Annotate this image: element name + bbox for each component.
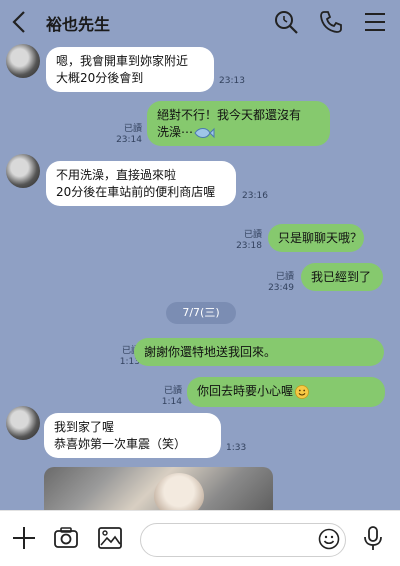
- chat-area[interactable]: 嗯，我會開車到妳家附近 大概20分後會到 23:13 已讀 23:14 絕對不行…: [0, 44, 400, 510]
- smile-emoji-icon: [295, 384, 309, 399]
- message-bubble-outgoing[interactable]: 只是聊聊天哦？: [268, 224, 364, 252]
- chat-title: 裕也先生: [46, 15, 111, 34]
- message-bubble-outgoing[interactable]: 謝謝你還特地送我回來。: [134, 338, 384, 366]
- read-status: 已讀: [243, 230, 262, 240]
- message-time: 23:18: [236, 241, 262, 251]
- phone-icon[interactable]: [318, 9, 344, 35]
- photo-message[interactable]: [44, 467, 273, 510]
- date-divider: 7/7(三): [166, 302, 236, 324]
- message-bubble-incoming[interactable]: 我到家了喔 恭喜妳第一次車震（笑）: [44, 413, 221, 458]
- message-time: 23:13: [219, 76, 245, 86]
- fish-emoji-icon: [194, 127, 215, 138]
- camera-icon[interactable]: [53, 525, 79, 551]
- message-line: 恭喜妳第一次車震（笑）: [54, 437, 187, 451]
- message-time: 23:14: [116, 135, 142, 145]
- image-icon[interactable]: [97, 525, 123, 551]
- message-line: 謝謝你還特地送我回來。: [144, 345, 277, 359]
- message-time: 23:49: [268, 283, 294, 293]
- message-line: 只是聊聊天哦？: [278, 231, 363, 245]
- read-status: 已讀: [123, 124, 142, 134]
- message-bubble-outgoing[interactable]: 你回去時要小心喔: [187, 377, 385, 407]
- plus-icon[interactable]: [11, 525, 37, 551]
- read-status: 已讀: [275, 272, 294, 282]
- avatar[interactable]: [6, 406, 40, 440]
- composer-bar: [0, 510, 400, 566]
- avatar[interactable]: [6, 44, 40, 78]
- menu-icon[interactable]: [362, 9, 388, 35]
- message-time: 1:33: [226, 443, 247, 453]
- message-bubble-outgoing[interactable]: 我已經到了: [301, 263, 383, 291]
- message-line: 我已經到了: [311, 270, 372, 284]
- message-time: 1:14: [161, 397, 182, 407]
- message-line: 絕對不行！我今天都還沒有: [157, 108, 302, 122]
- message-bubble-incoming[interactable]: 不用洗澡，直接過來啦 20分後在車站前的便利商店喔: [46, 161, 236, 206]
- message-line: 洗澡⋯: [157, 125, 194, 139]
- back-icon[interactable]: [8, 8, 32, 36]
- message-line: 大概20分後會到: [56, 71, 144, 85]
- photo-content: [154, 473, 204, 510]
- message-line: 嗯，我會開車到妳家附近: [56, 54, 189, 68]
- avatar[interactable]: [6, 154, 40, 188]
- message-line: 不用洗澡，直接過來啦: [56, 168, 177, 182]
- read-status: 已讀: [163, 386, 182, 396]
- message-line: 你回去時要小心喔: [197, 384, 294, 398]
- mic-icon[interactable]: [360, 525, 386, 551]
- emoji-icon[interactable]: [318, 528, 340, 550]
- message-bubble-outgoing[interactable]: 絕對不行！我今天都還沒有 洗澡⋯: [147, 101, 330, 146]
- message-bubble-incoming[interactable]: 嗯，我會開車到妳家附近 大概20分後會到: [46, 47, 214, 92]
- search-icon[interactable]: [273, 9, 299, 35]
- message-input[interactable]: [140, 523, 346, 557]
- message-line: 20分後在車站前的便利商店喔: [56, 185, 216, 199]
- chat-header: 裕也先生: [0, 0, 400, 44]
- message-time: 23:16: [242, 191, 268, 201]
- message-line: 我到家了喔: [54, 420, 115, 434]
